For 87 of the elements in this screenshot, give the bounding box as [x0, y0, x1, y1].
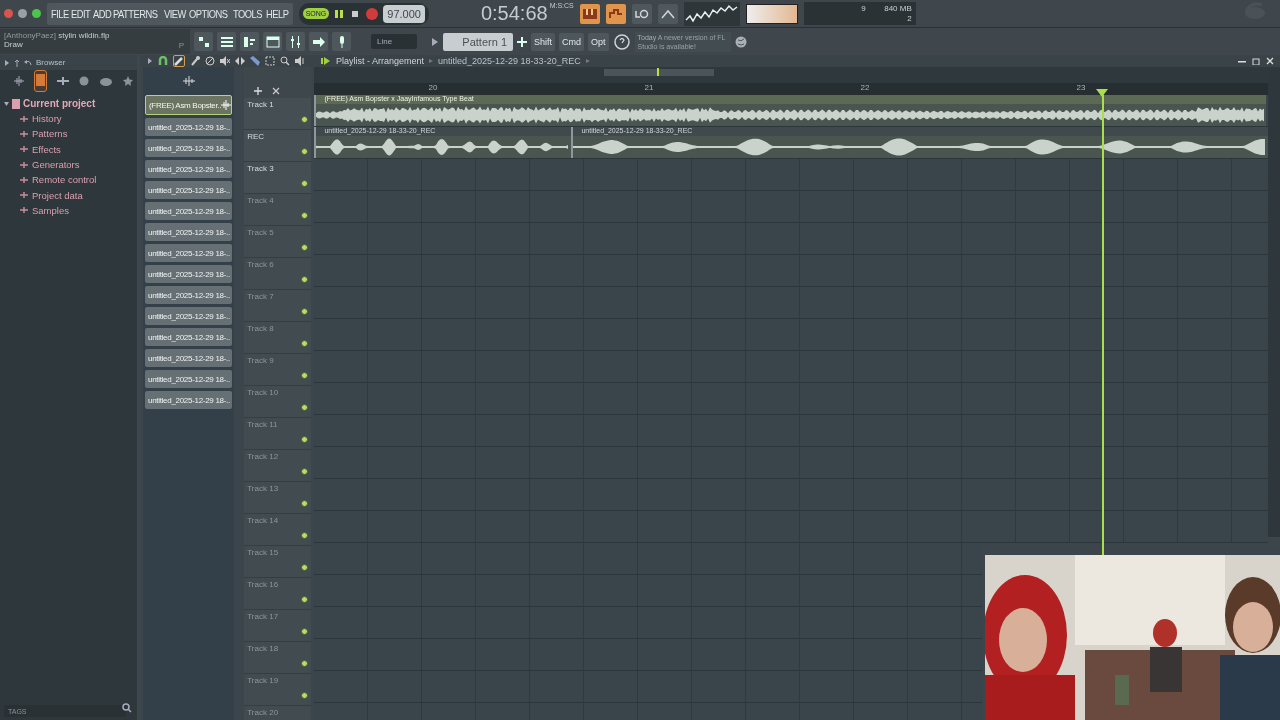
track-header[interactable]: Track 11	[244, 418, 312, 450]
hint-text: Draw	[4, 40, 23, 49]
tree-item[interactable]: Patterns	[0, 126, 137, 142]
memory-reading: 840 MB	[883, 4, 912, 13]
track-name: REC	[247, 132, 265, 141]
track-header[interactable]: Track 14	[244, 514, 312, 546]
track-name: Track 18	[247, 644, 279, 653]
track-name: Track 10	[247, 388, 279, 397]
clip-list-item[interactable]: untitled_2025-12-29 18-..	[145, 223, 233, 241]
track-header[interactable]: Track 17	[244, 610, 312, 642]
track-header[interactable]: Track 13	[244, 482, 312, 514]
track-name: Track 20	[247, 708, 279, 717]
time-display: 0:54:68	[480, 2, 548, 25]
track-name: Track 14	[247, 516, 279, 525]
track-name: Track 1	[247, 100, 274, 109]
menu-item[interactable]: OPTIONS	[188, 7, 228, 20]
track-header[interactable]: Track 16	[244, 578, 312, 610]
clip-list-item[interactable]: untitled_2025-12-29 18-..	[145, 160, 233, 178]
menu-item[interactable]: TOOLS	[233, 7, 263, 20]
shortcut-label: P	[178, 41, 184, 50]
track-header[interactable]: Track 1	[244, 98, 312, 130]
snap-dropdown[interactable]: Line	[371, 34, 417, 49]
breadcrumb-link[interactable]: untitled_2025-12-29 18-33-20_REC	[438, 56, 581, 66]
clip-list-item[interactable]: untitled_2025-12-29 18-..	[145, 391, 233, 409]
menu-item[interactable]: ADD	[92, 7, 111, 20]
menu-item[interactable]: FILE	[51, 7, 69, 20]
clip-list-item[interactable]: untitled_2025-12-29 18-..	[145, 118, 233, 136]
clip-list-item[interactable]: untitled_2025-12-29 18-..	[145, 265, 233, 283]
modifier-button[interactable]: Shift	[531, 32, 555, 51]
modifier-button[interactable]: Opt	[588, 32, 609, 51]
clip-list-item[interactable]: untitled_2025-12-29 18-..	[145, 244, 233, 262]
track-name: Track 8	[247, 324, 274, 333]
playlist-title: Playlist - Arrangement	[336, 56, 425, 66]
tree-item[interactable]: Generators	[0, 156, 137, 173]
track-header[interactable]: Track 15	[244, 546, 312, 578]
clip-list-item[interactable]: untitled_2025-12-29 18-..	[145, 181, 233, 199]
track-header[interactable]: Track 4	[244, 194, 312, 226]
tree-item[interactable]: Samples	[0, 202, 137, 219]
browser-title: Browser	[36, 58, 66, 67]
track-name: Track 15	[247, 548, 279, 557]
polyphony-reading: 2	[906, 14, 912, 23]
project-owner: [AnthonyPaez]	[4, 31, 57, 40]
clip-list-item[interactable]: untitled_2025-12-29 18-..	[145, 139, 233, 157]
track-header[interactable]: Track 20	[244, 706, 312, 720]
tree-folder[interactable]: Current project	[0, 96, 137, 111]
menu-item[interactable]: HELP	[266, 7, 289, 20]
clip-list-item[interactable]: untitled_2025-12-29 18-..	[145, 349, 233, 367]
track-name: Track 5	[247, 228, 274, 237]
pattern-selector[interactable]: Pattern 1	[443, 32, 513, 51]
track-header[interactable]: Track 7	[244, 290, 312, 322]
track-name: Track 4	[247, 196, 274, 205]
menu-item[interactable]: PATTERNS	[112, 7, 158, 20]
tree-item[interactable]: Project data	[0, 187, 137, 203]
tree-item[interactable]: Effects	[0, 141, 137, 157]
tree-item[interactable]: Remote control	[0, 172, 137, 188]
track-name: Track 19	[247, 676, 279, 685]
tempo-display[interactable]: 97.000	[383, 4, 425, 23]
track-name: Track 3	[247, 164, 274, 173]
track-name: Track 13	[247, 484, 279, 493]
clip-list-item[interactable]: untitled_2025-12-29 18-..	[145, 328, 233, 346]
track-name: Track 11	[247, 420, 278, 429]
project-filename: stylin wildin.flp	[58, 31, 110, 40]
track-header[interactable]: Track 10	[244, 386, 312, 418]
track-header[interactable]: Track 5	[244, 226, 312, 258]
track-name: Track 16	[247, 580, 279, 589]
track-header[interactable]: Track 19	[244, 674, 312, 706]
clip-list-item[interactable]: untitled_2025-12-29 18-..	[145, 202, 233, 220]
track-name: Track 12	[247, 452, 279, 461]
clip-list-item[interactable]: untitled_2025-12-29 18-..	[145, 307, 233, 325]
cpu-reading: 9	[860, 4, 866, 13]
track-header[interactable]: Track 18	[244, 642, 312, 674]
timeline-ruler[interactable]: 20 21 22 23	[314, 83, 1269, 95]
clip-list-item[interactable]: untitled_2025-12-29 18-..	[145, 370, 233, 388]
track-header[interactable]: Track 6	[244, 258, 312, 290]
tree-item[interactable]: History	[0, 111, 137, 127]
track-header[interactable]: Track 3	[244, 162, 312, 194]
clip-list-item[interactable]: (FREE) Asm Bopster..	[145, 95, 233, 115]
track-name: Track 7	[247, 292, 274, 301]
track-header[interactable]: Track 8	[244, 322, 312, 354]
track-name: Track 17	[247, 612, 279, 621]
clip-list-item[interactable]: untitled_2025-12-29 18-..	[145, 286, 233, 304]
track-name: Track 6	[247, 260, 274, 269]
menu-item[interactable]: VIEW	[164, 7, 187, 20]
track-header[interactable]: Track 12	[244, 450, 312, 482]
track-header[interactable]: REC	[244, 130, 312, 162]
modifier-button[interactable]: Cmd	[559, 32, 585, 51]
menu-item[interactable]: EDIT	[70, 7, 91, 20]
